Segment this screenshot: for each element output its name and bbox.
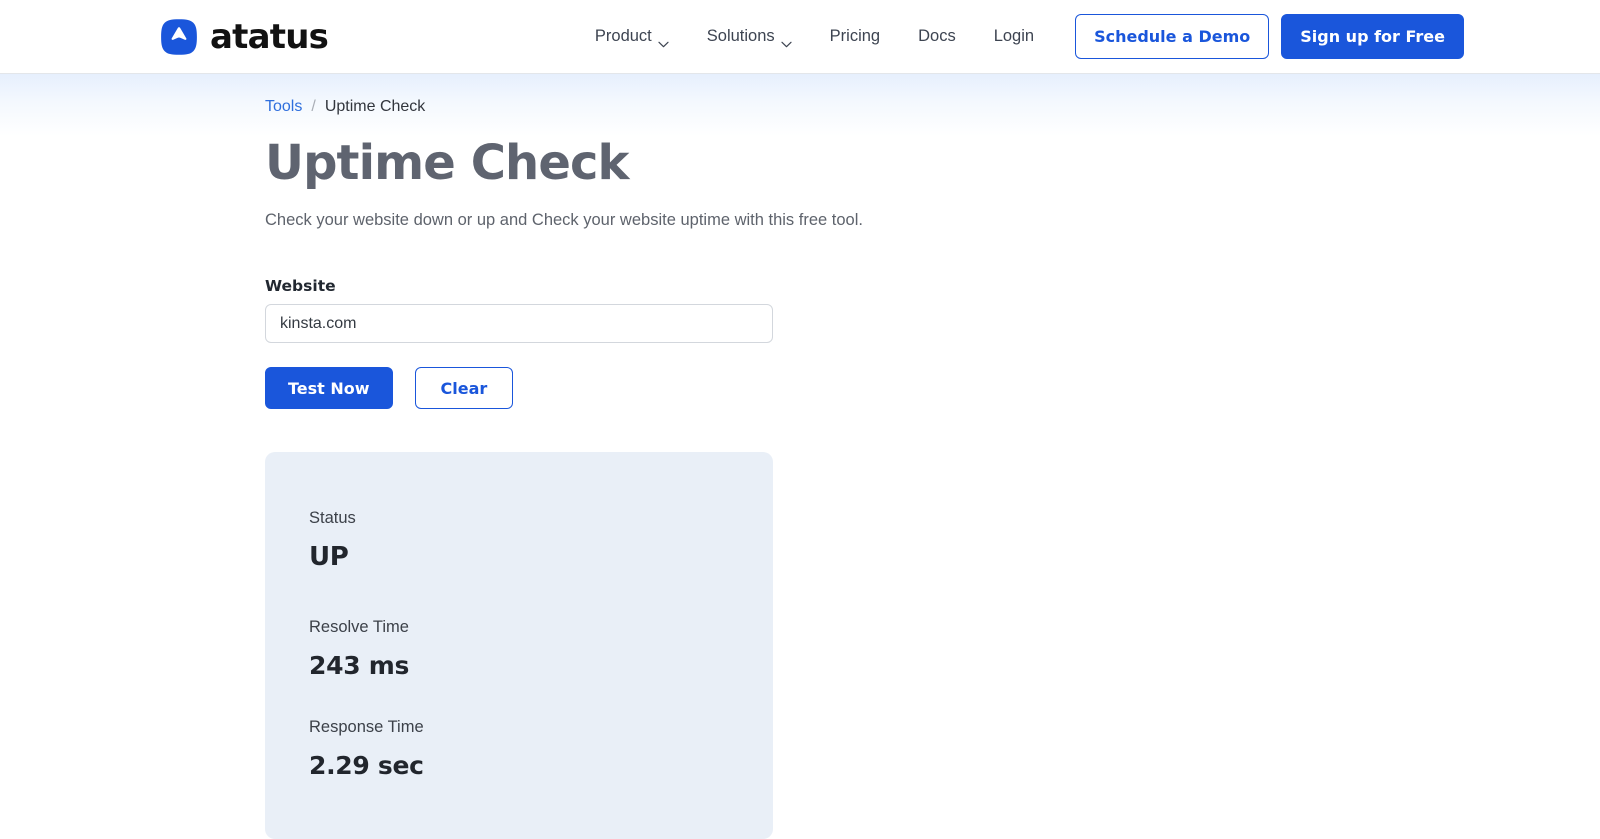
response-time-label: Response Time [309,718,773,738]
clear-button[interactable]: Clear [415,367,514,409]
nav-item-login[interactable]: Login [975,19,1053,54]
primary-navigation: Product Solutions Pricing Docs Login [576,14,1464,59]
chevron-down-icon [658,34,669,41]
form-actions: Test Now Clear [265,367,1600,409]
breadcrumb: Tools / Uptime Check [265,74,1600,116]
resolve-time-value: 243 ms [309,652,773,680]
breadcrumb-link-tools[interactable]: Tools [265,98,302,116]
nav-item-product[interactable]: Product [576,19,688,54]
breadcrumb-current: Uptime Check [325,98,425,116]
website-input[interactable] [265,304,773,343]
resolve-time-label: Resolve Time [309,618,773,638]
page-title: Uptime Check [265,138,1600,188]
test-now-button[interactable]: Test Now [265,367,393,409]
chevron-down-icon [781,34,792,41]
uptime-check-form: Website Test Now Clear [265,277,1600,409]
uptime-result-card: Status UP Resolve Time 243 ms Response T… [265,452,773,839]
result-response-time-block: Response Time 2.29 sec [309,718,773,779]
nav-item-pricing[interactable]: Pricing [811,19,899,54]
breadcrumb-separator: / [311,98,315,116]
nav-item-pricing-label: Pricing [830,27,880,46]
brand-logo-link[interactable]: atatus [160,18,328,56]
site-header: atatus Product Solutions Pricing Docs [0,0,1600,74]
sign-up-free-button[interactable]: Sign up for Free [1281,14,1464,59]
result-resolve-time-block: Resolve Time 243 ms [309,618,773,679]
atatus-arrow-logo-icon [160,18,198,56]
nav-item-docs[interactable]: Docs [899,19,975,54]
status-label: Status [309,509,773,529]
schedule-demo-button[interactable]: Schedule a Demo [1075,14,1269,59]
response-time-value: 2.29 sec [309,752,773,780]
status-badge: UP [309,543,773,572]
brand-name: atatus [210,20,328,54]
nav-item-solutions[interactable]: Solutions [688,19,811,54]
result-status-block: Status UP [309,509,773,571]
page-subtitle: Check your website down or up and Check … [265,209,1600,232]
nav-item-product-label: Product [595,27,652,46]
page-content: Tools / Uptime Check Uptime Check Check … [0,74,1600,839]
nav-item-docs-label: Docs [918,27,956,46]
nav-item-login-label: Login [994,27,1034,46]
website-field-label: Website [265,277,1600,295]
nav-item-solutions-label: Solutions [707,27,775,46]
